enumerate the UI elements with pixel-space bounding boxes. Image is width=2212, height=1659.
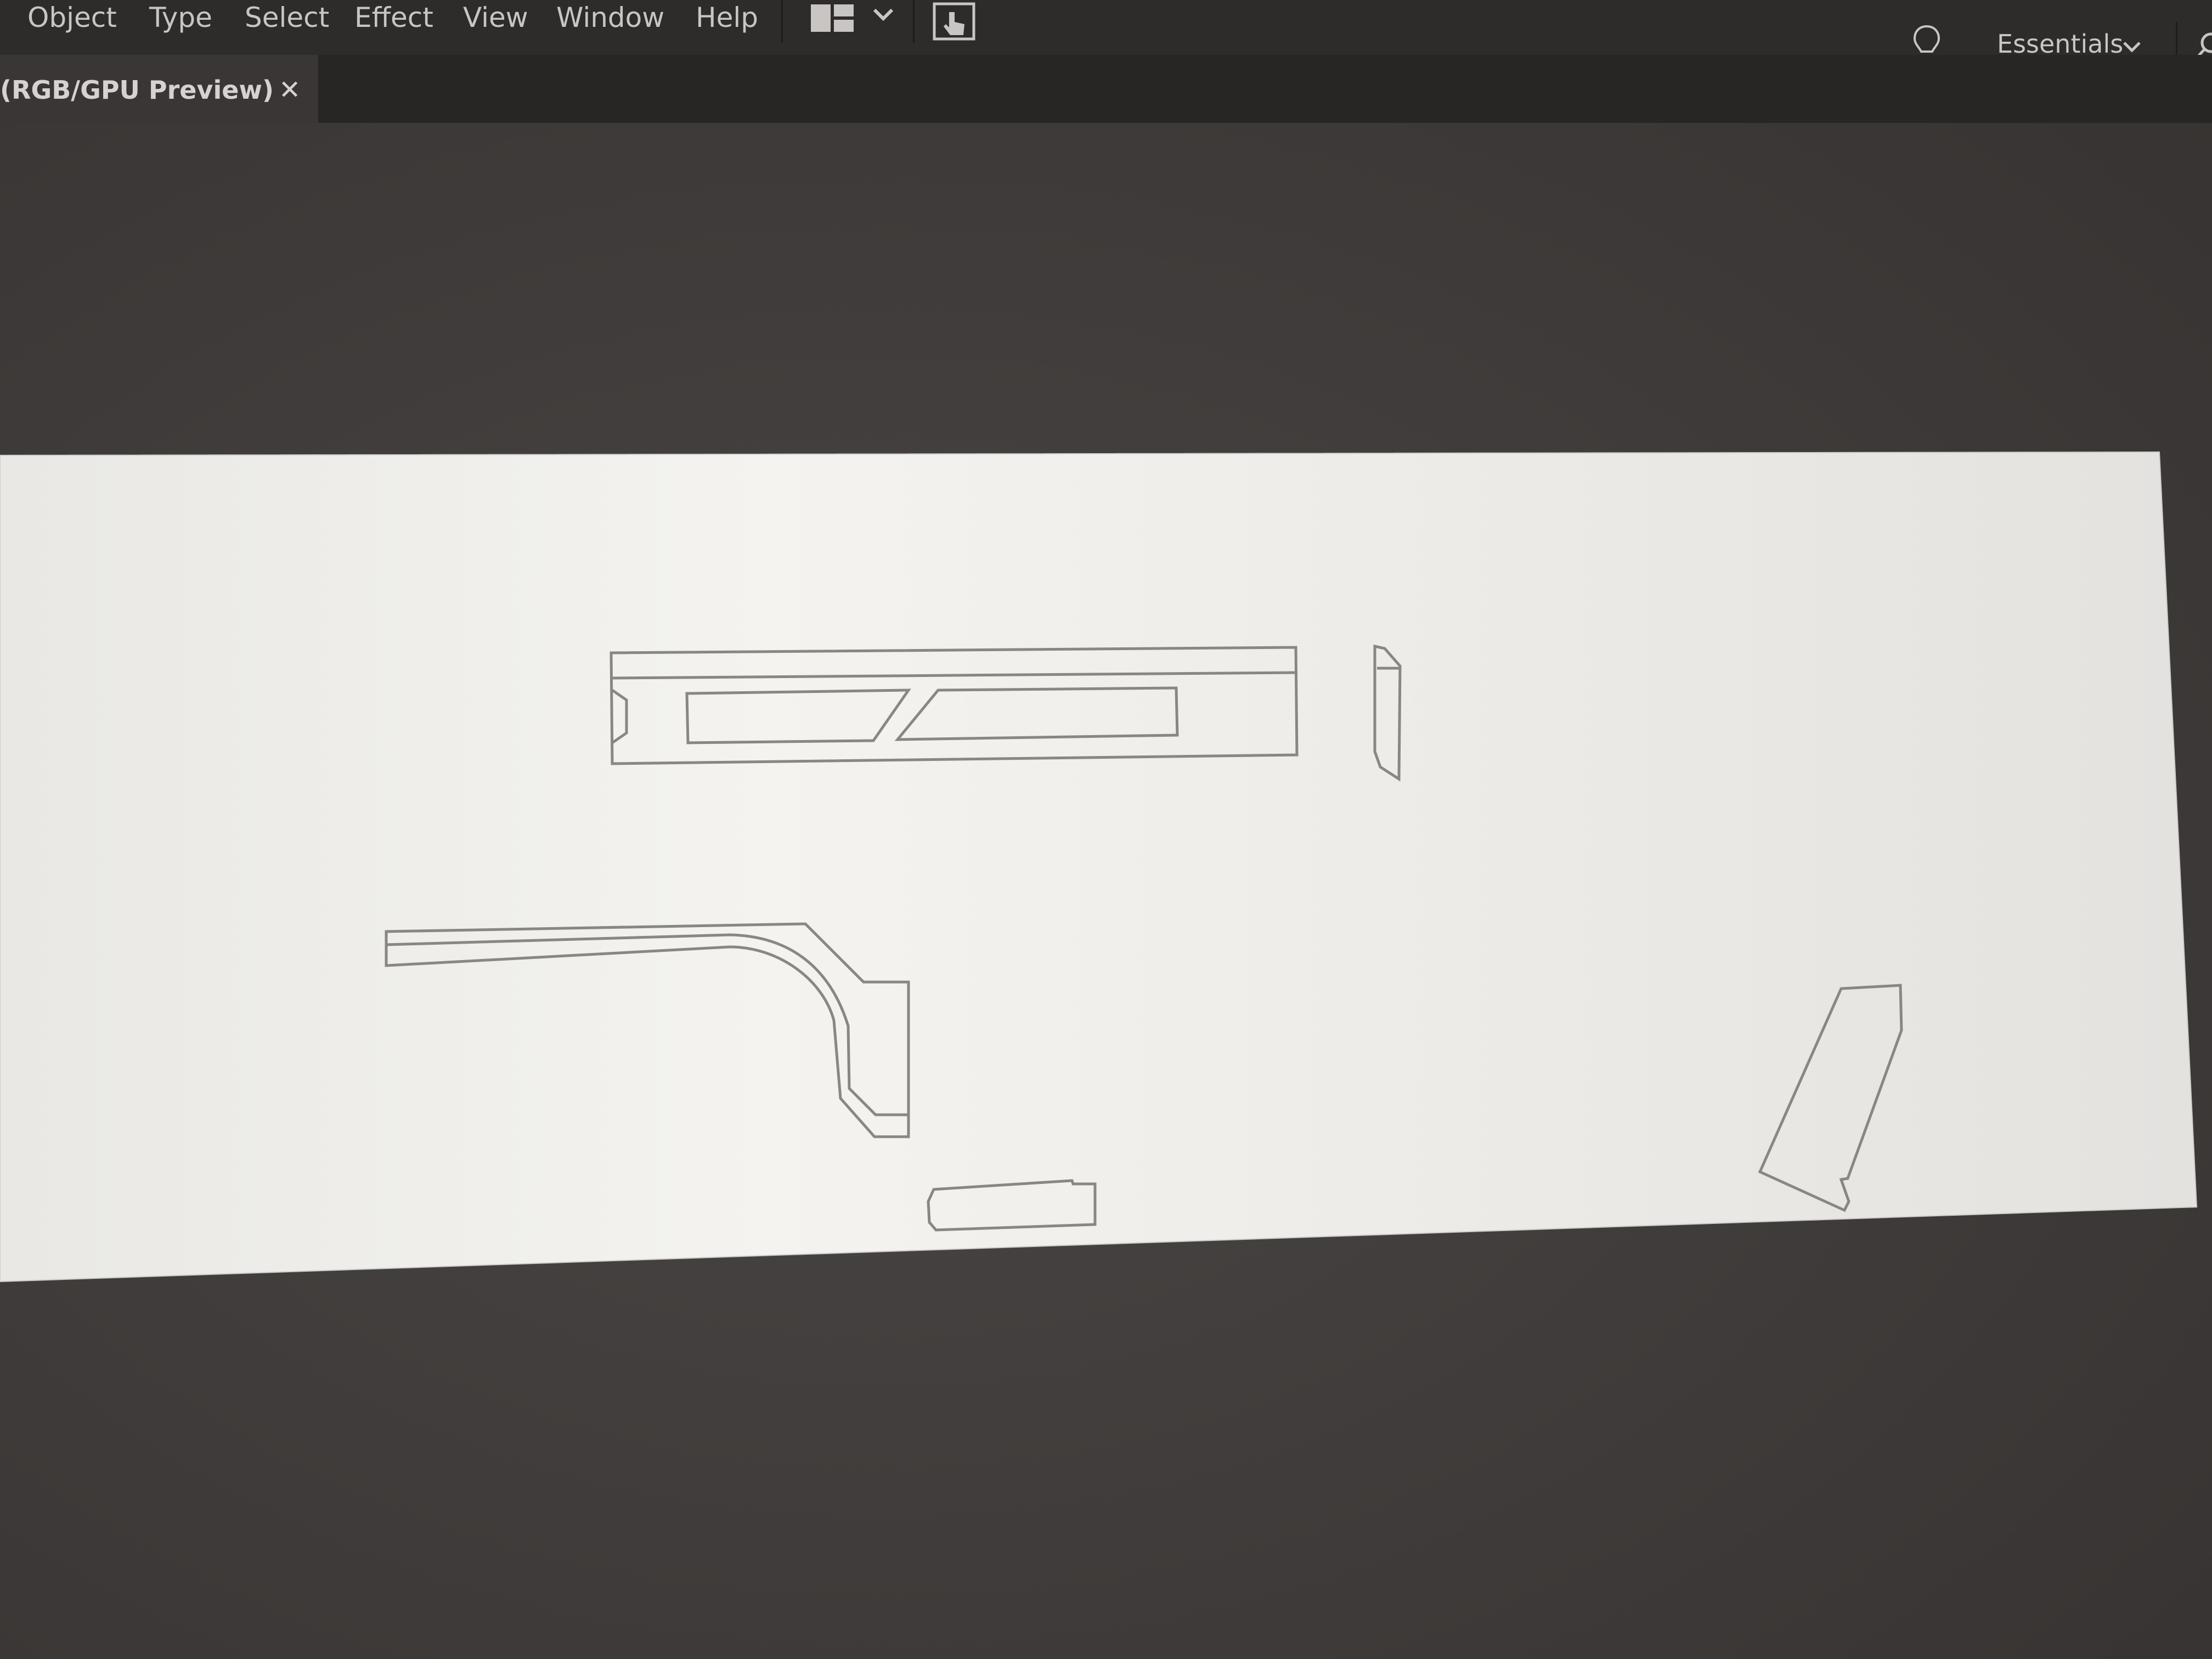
menu-select[interactable]: Select [245,0,329,38]
document-tab[interactable]: (RGB/GPU Preview) ✕ [0,55,318,123]
illustrator-window: Object Type Select Effect View Window He… [0,0,2212,1659]
gpu-performance-icon[interactable] [933,2,975,41]
menu-help[interactable]: Help [696,0,758,38]
document-tab-bar: (RGB/GPU Preview) ✕ [0,55,2212,123]
chevron-down-icon[interactable] [2122,40,2142,54]
menu-bar: Object Type Select Effect View Window He… [0,0,2212,64]
menu-view[interactable]: View [463,0,528,38]
canvas[interactable] [0,0,2212,1659]
menu-separator [781,0,783,43]
menu-effect[interactable]: Effect [354,0,433,38]
chevron-down-icon[interactable] [872,7,894,23]
menu-window[interactable]: Window [556,0,664,38]
arrange-documents-icon[interactable] [811,4,854,32]
document-tab-title: (RGB/GPU Preview) [0,75,274,105]
artboard[interactable] [0,451,2198,1283]
menu-separator [913,0,915,43]
close-icon[interactable]: ✕ [279,75,301,105]
menu-type[interactable]: Type [149,0,212,38]
menu-object[interactable]: Object [27,0,117,38]
